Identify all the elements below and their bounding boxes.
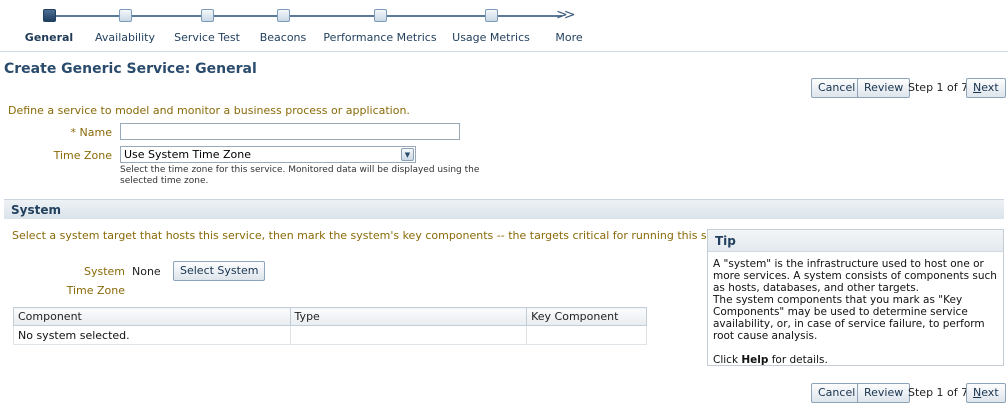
empty-table-message: No system selected.: [13, 325, 291, 345]
tip-box: Tip A "system" is the infrastructure use…: [707, 229, 1004, 366]
train-node-beacons[interactable]: [277, 9, 290, 22]
train-node-general[interactable]: [43, 9, 56, 22]
system-section-title: System: [11, 203, 61, 217]
table-cell-empty: [289, 325, 528, 345]
tip-help-prefix: Click: [713, 354, 742, 366]
tip-help-suffix: for details.: [768, 354, 828, 366]
train-label-performance-metrics[interactable]: Performance Metrics: [323, 31, 436, 44]
train-node-usage-metrics[interactable]: [485, 9, 498, 22]
train-label-general[interactable]: General: [25, 31, 73, 44]
system-intro: Select a system target that hosts this s…: [12, 229, 744, 242]
next-button[interactable]: Next: [966, 78, 1006, 98]
tip-paragraph-1: A "system" is the infrastructure used to…: [713, 258, 997, 294]
step-indicator: Step 1 of 7: [908, 81, 969, 94]
required-marker: *: [70, 126, 77, 139]
train-label-beacons[interactable]: Beacons: [260, 31, 307, 44]
page-title: Create Generic Service: General: [4, 61, 257, 77]
header-divider: [0, 51, 1008, 52]
train-label-more[interactable]: More: [555, 31, 582, 44]
next-label-rest: ext: [981, 81, 999, 94]
tip-body: A "system" is the infrastructure used to…: [708, 252, 1003, 366]
train-label-usage-metrics[interactable]: Usage Metrics: [452, 31, 530, 44]
next-button-bottom[interactable]: Next: [966, 383, 1006, 403]
cancel-button-bottom[interactable]: Cancel: [811, 383, 863, 403]
step-indicator-bottom: Step 1 of 7: [908, 386, 969, 399]
train-label-service-test[interactable]: Service Test: [174, 31, 240, 44]
train-node-service-test[interactable]: [201, 9, 214, 22]
chevron-down-icon[interactable]: ▼: [401, 148, 414, 161]
tip-help-keyword: Help: [741, 354, 769, 366]
time-zone-selected-value: Use System Time Zone: [124, 148, 251, 161]
table-row: No system selected.: [13, 325, 647, 345]
components-table: Component Type Key Component No system s…: [13, 307, 647, 345]
time-zone-label: Time Zone: [53, 149, 112, 162]
cancel-button[interactable]: Cancel: [811, 78, 863, 98]
column-header-type[interactable]: Type: [289, 307, 528, 326]
system-section-header: System: [4, 199, 1004, 219]
name-label: * Name: [60, 126, 112, 139]
tip-title: Tip: [708, 230, 1003, 252]
time-zone-select[interactable]: Use System Time Zone ▼: [120, 146, 416, 163]
page-intro: Define a service to model and monitor a …: [8, 104, 410, 117]
table-cell-empty: [526, 325, 647, 345]
process-train: >> General Availability Service Test Bea…: [0, 0, 1008, 50]
next-label-rest: ext: [981, 386, 999, 399]
column-header-key-component[interactable]: Key Component: [526, 307, 647, 326]
name-label-text: Name: [79, 126, 112, 139]
double-chevron-right-icon[interactable]: >>: [556, 5, 576, 25]
train-label-availability[interactable]: Availability: [95, 31, 155, 44]
table-header-row: Component Type Key Component: [13, 307, 647, 326]
column-header-component[interactable]: Component: [13, 307, 291, 326]
select-system-button[interactable]: Select System: [173, 261, 266, 281]
system-value: None: [132, 265, 161, 278]
time-zone-hint: Select the time zone for this service. M…: [120, 165, 480, 186]
train-node-availability[interactable]: [119, 9, 132, 22]
review-button-bottom[interactable]: Review: [857, 383, 911, 403]
system-time-zone-label: Time Zone: [66, 284, 125, 297]
review-button[interactable]: Review: [857, 78, 911, 98]
name-input[interactable]: [120, 123, 460, 140]
train-node-performance-metrics[interactable]: [374, 9, 387, 22]
tip-help-line: Click Help for details.: [713, 354, 999, 366]
tip-paragraph-2: The system components that you mark as "…: [713, 294, 985, 342]
next-mnemonic: N: [973, 81, 982, 94]
next-mnemonic: N: [973, 386, 982, 399]
system-label: System: [83, 265, 125, 278]
